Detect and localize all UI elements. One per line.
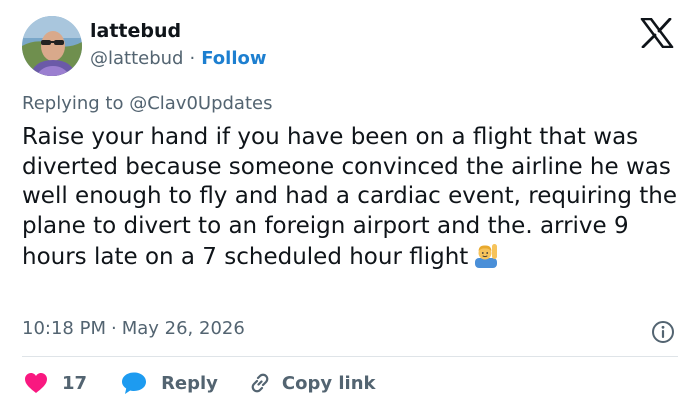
replying-to: Replying to @Clav0Updates bbox=[22, 93, 272, 114]
tweet-time: 10:18 PM bbox=[22, 318, 106, 339]
action-bar: 17 Reply Copy link bbox=[24, 368, 376, 398]
person-raising-hand-icon bbox=[472, 241, 500, 269]
reply-button[interactable]: Reply bbox=[121, 371, 218, 395]
author-handle-row: @lattebud · Follow bbox=[90, 48, 267, 69]
info-icon[interactable] bbox=[651, 320, 675, 344]
replying-prefix: Replying to bbox=[22, 93, 130, 114]
avatar[interactable] bbox=[22, 16, 82, 76]
heart-icon bbox=[25, 373, 47, 393]
tweet-body: Raise your hand if you have been on a fl… bbox=[22, 124, 678, 270]
author-name[interactable]: lattebud bbox=[90, 20, 181, 42]
divider bbox=[22, 356, 678, 357]
follow-button[interactable]: Follow bbox=[201, 48, 266, 69]
reply-bubble-icon bbox=[122, 372, 147, 394]
tweet-date: May 26, 2026 bbox=[121, 318, 245, 339]
like-count: 17 bbox=[62, 372, 88, 394]
reply-label: Reply bbox=[161, 372, 218, 394]
author-handle[interactable]: @lattebud bbox=[90, 48, 183, 69]
reply-mention-link[interactable]: @Clav0Updates bbox=[129, 93, 272, 114]
copy-link-button[interactable]: Copy link bbox=[248, 371, 376, 395]
x-logo-icon[interactable] bbox=[640, 17, 674, 49]
tweet-timestamp[interactable]: 10:18 PM · May 26, 2026 bbox=[22, 318, 245, 339]
handle-separator: · bbox=[189, 48, 196, 69]
timestamp-separator: · bbox=[110, 318, 117, 339]
copy-link-label: Copy link bbox=[281, 372, 376, 394]
link-icon bbox=[251, 373, 269, 393]
like-button[interactable]: 17 bbox=[24, 372, 87, 394]
tweet-text: Raise your hand if you have been on a fl… bbox=[22, 123, 682, 273]
